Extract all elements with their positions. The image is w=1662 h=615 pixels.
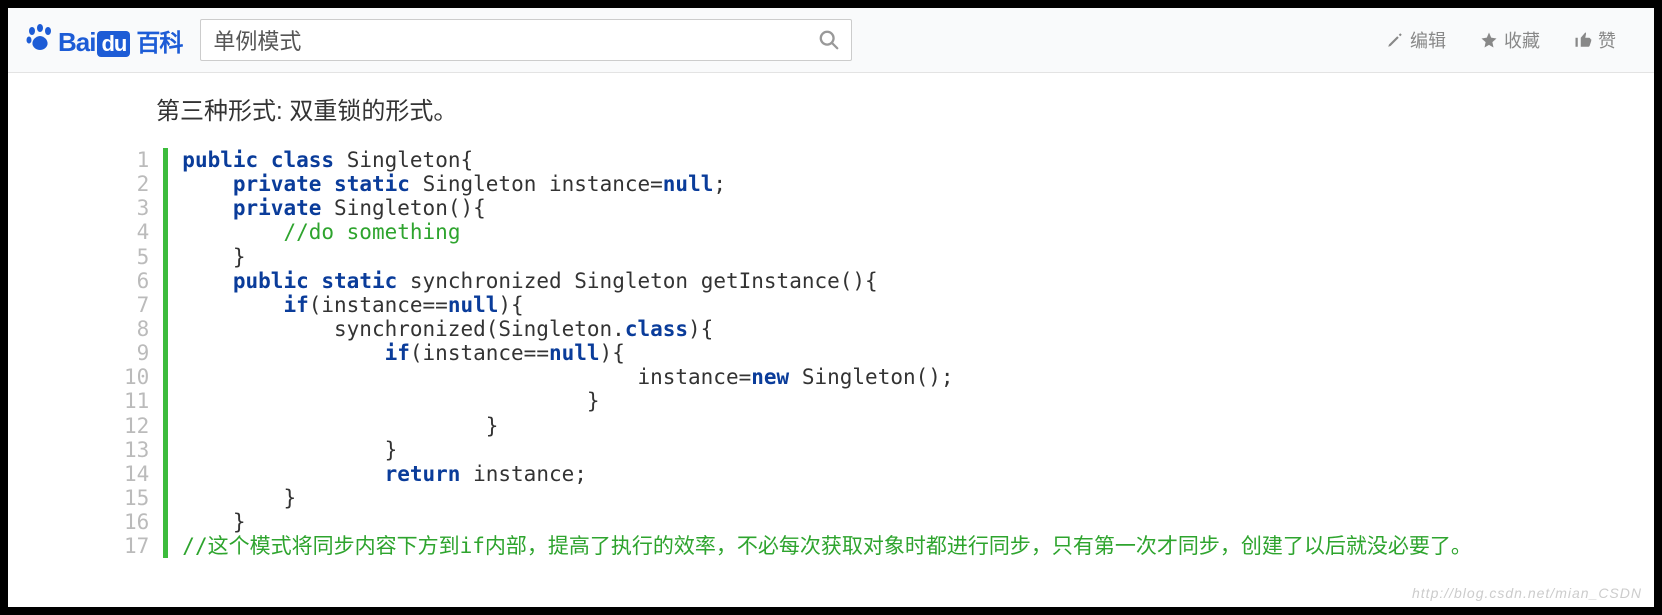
line-number: 10 [118, 365, 155, 389]
search-button[interactable] [807, 20, 851, 60]
line-number: 1 [118, 148, 155, 172]
code-line: //do something [182, 220, 1472, 244]
edit-action[interactable]: 编辑 [1386, 27, 1446, 53]
code-line: public class Singleton{ [182, 148, 1472, 172]
line-number: 17 [118, 534, 155, 558]
edit-label: 编辑 [1410, 27, 1446, 53]
line-number: 11 [118, 389, 155, 413]
code-line: if(instance==null){ [182, 341, 1472, 365]
code-line: } [182, 438, 1472, 462]
code-line: synchronized(Singleton.class){ [182, 317, 1472, 341]
line-number: 14 [118, 462, 155, 486]
section-title: 第三种形式: 双重锁的形式。 [156, 91, 1614, 126]
pencil-icon [1386, 31, 1404, 49]
paw-icon [26, 23, 54, 58]
line-number: 15 [118, 486, 155, 510]
code-line: } [182, 486, 1472, 510]
line-number: 5 [118, 245, 155, 269]
line-number: 3 [118, 196, 155, 220]
code-line: private static Singleton instance=null; [182, 172, 1472, 196]
logo-baike-cn: 百科 [136, 23, 182, 58]
logo-bai: Bai [58, 27, 95, 58]
code-line: public static synchronized Singleton get… [182, 269, 1472, 293]
code-lines: public class Singleton{ private static S… [182, 148, 1472, 558]
line-number: 8 [118, 317, 155, 341]
line-number: 9 [118, 341, 155, 365]
baidu-baike-logo[interactable]: Bai du 百科 [26, 23, 182, 58]
code-line: } [182, 510, 1472, 534]
logo-du: du [97, 31, 130, 57]
code-line: return instance; [182, 462, 1472, 486]
search-box [200, 19, 852, 61]
code-line: } [182, 414, 1472, 438]
like-label: 赞 [1598, 27, 1616, 53]
line-number: 6 [118, 269, 155, 293]
code-line: if(instance==null){ [182, 293, 1472, 317]
code-line: instance=new Singleton(); [182, 365, 1472, 389]
line-number: 12 [118, 414, 155, 438]
line-number: 16 [118, 510, 155, 534]
code-marker-bar [163, 148, 168, 558]
line-number: 7 [118, 293, 155, 317]
line-number-gutter: 1234567891011121314151617 [118, 148, 163, 558]
line-number: 4 [118, 220, 155, 244]
search-input[interactable] [201, 27, 807, 53]
star-icon [1480, 31, 1498, 49]
favorite-label: 收藏 [1504, 27, 1540, 53]
code-line: //这个模式将同步内容下方到if内部，提高了执行的效率，不必每次获取对象时都进行… [182, 534, 1472, 558]
like-action[interactable]: 赞 [1574, 27, 1616, 53]
code-line: } [182, 245, 1472, 269]
thumb-up-icon [1574, 31, 1592, 49]
code-line: } [182, 389, 1472, 413]
article-body: 第三种形式: 双重锁的形式。 1234567891011121314151617… [8, 73, 1654, 558]
code-block: 1234567891011121314151617 public class S… [118, 148, 1614, 558]
code-line: private Singleton(){ [182, 196, 1472, 220]
logo-text: Bai du 百科 [58, 23, 182, 58]
header-actions: 编辑 收藏 赞 [1386, 27, 1636, 53]
header-bar: Bai du 百科 编辑 收藏 [8, 8, 1654, 73]
search-icon [818, 29, 840, 51]
line-number: 13 [118, 438, 155, 462]
watermark: http://blog.csdn.net/mian_CSDN [1412, 585, 1642, 601]
favorite-action[interactable]: 收藏 [1480, 27, 1540, 53]
line-number: 2 [118, 172, 155, 196]
